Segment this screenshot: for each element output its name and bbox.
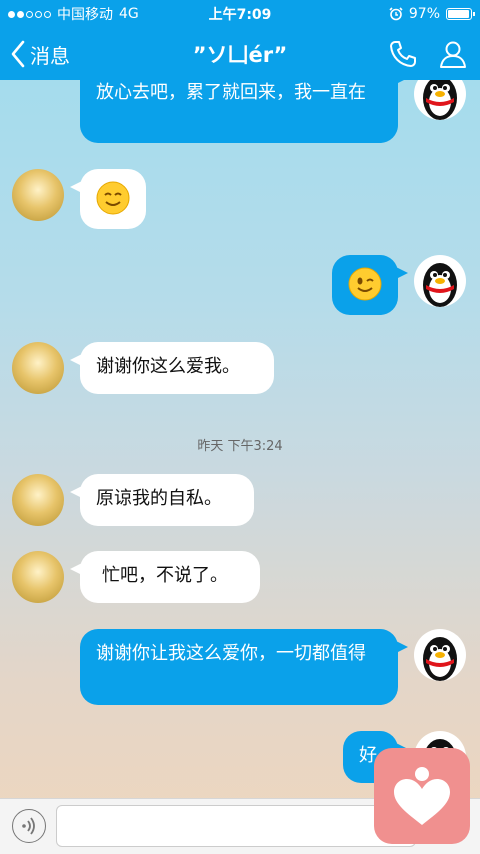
contact-avatar[interactable]: [12, 551, 64, 603]
back-button[interactable]: 消息: [10, 36, 70, 72]
phone-icon[interactable]: [388, 39, 418, 69]
my-avatar[interactable]: [414, 255, 466, 307]
nav-actions: [388, 36, 468, 72]
profile-icon[interactable]: [438, 39, 468, 69]
voice-icon: [22, 817, 35, 835]
voice-button[interactable]: [12, 809, 46, 843]
message-bubble-sent[interactable]: [332, 255, 408, 315]
nav-bar: 消息 ”ソ凵ér”: [0, 28, 480, 80]
back-label: 消息: [30, 43, 70, 68]
message-bubble-received[interactable]: [70, 169, 146, 229]
contact-avatar[interactable]: [12, 474, 64, 526]
contact-avatar[interactable]: [12, 169, 64, 221]
my-avatar[interactable]: [414, 80, 466, 120]
message-text: 谢谢你让我这么爱你，一切都值得: [96, 643, 366, 664]
battery-icon: [446, 8, 475, 20]
message-bubble-received[interactable]: 忙吧，不说了。: [70, 551, 260, 603]
status-time: 上午7:09: [208, 7, 272, 23]
battery-level-fill: [448, 10, 470, 18]
heart-icon: [394, 767, 450, 825]
message-bubble-received[interactable]: 原谅我的自私。: [70, 474, 254, 526]
penguin-avatar-icon: [423, 80, 457, 120]
message-text: 原谅我的自私。: [96, 488, 222, 509]
wink-emoji-icon: [348, 267, 382, 301]
penguin-avatar-icon: [423, 263, 457, 307]
message-input[interactable]: [56, 805, 416, 847]
message-text: 放心去吧，累了就回来，我一直在: [96, 82, 366, 103]
chat-area[interactable]: 放心去吧，累了就回来，我一直在 谢谢你这么爱我。 昨天 下午3:24 原谅我的自…: [0, 80, 480, 798]
smile-emoji-icon: [96, 181, 130, 215]
status-bar: 中国移动 4G 上午7:09 97%: [0, 0, 480, 28]
message-text: 忙吧，不说了。: [102, 565, 228, 586]
back-chevron-icon: [11, 40, 25, 68]
app-watermark: [374, 748, 470, 844]
message-bubble-sent[interactable]: 放心去吧，累了就回来，我一直在: [80, 80, 408, 143]
my-avatar[interactable]: [414, 629, 466, 681]
message-bubble-sent[interactable]: 谢谢你让我这么爱你，一切都值得: [80, 629, 408, 705]
message-bubble-received[interactable]: 谢谢你这么爱我。: [70, 342, 274, 394]
message-timestamp: 昨天 下午3:24: [197, 439, 283, 454]
penguin-avatar-icon: [423, 637, 457, 681]
message-text: 谢谢你这么爱我。: [96, 356, 240, 377]
contact-avatar[interactable]: [12, 342, 64, 394]
